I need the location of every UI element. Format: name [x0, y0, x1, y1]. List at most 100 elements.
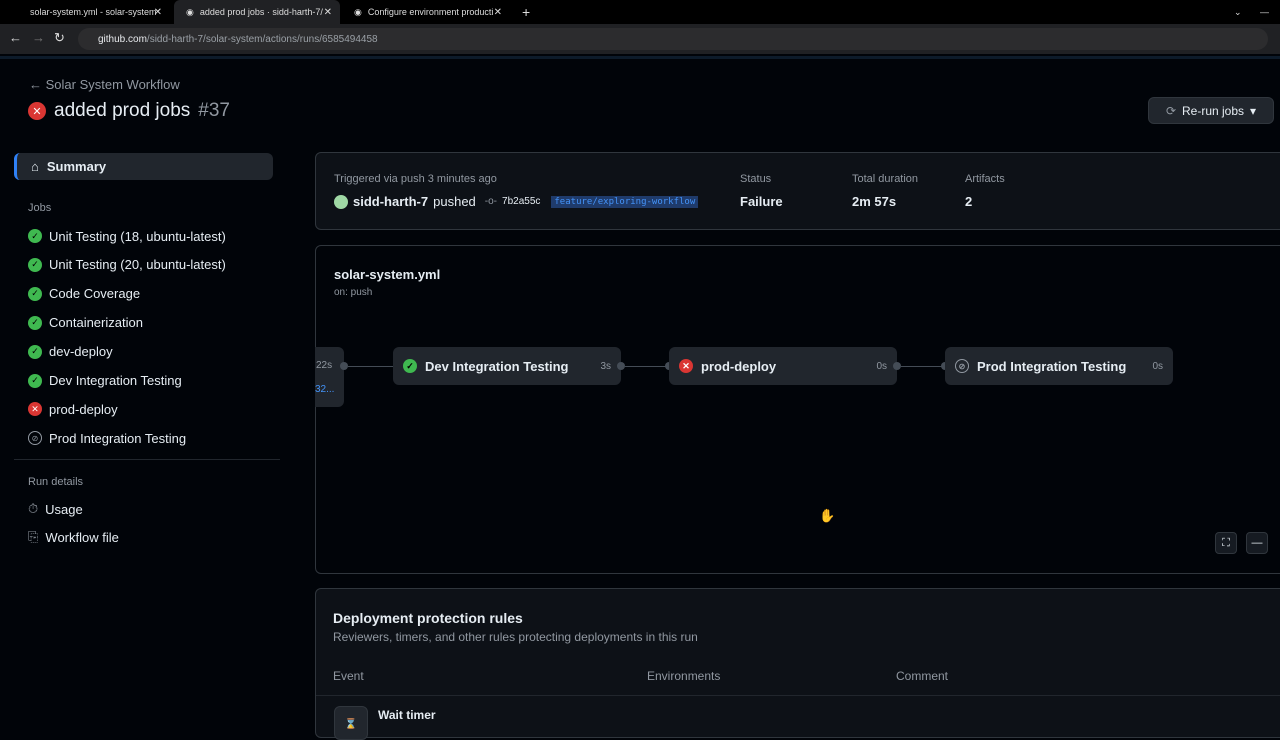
actor-link[interactable]: sidd-harth-7 — [353, 194, 428, 209]
avatar — [334, 194, 348, 209]
back-link[interactable]: ← Solar System Workflow — [29, 77, 180, 92]
summary-label: Summary — [46, 159, 107, 174]
connector-line — [348, 366, 394, 367]
sidebar-job-item[interactable]: ✓ Code Coverage — [28, 284, 140, 304]
job-label: Dev Integration Testing — [425, 358, 569, 374]
trigger-text: Triggered via push 3 minutes ago — [334, 173, 497, 185]
job-node-dev-integration-testing[interactable]: ✓ Dev Integration Testing 3s — [393, 347, 621, 385]
connector-dot — [617, 362, 625, 370]
success-icon: ✓ — [28, 257, 42, 272]
failure-icon: ✕ — [28, 102, 46, 120]
tab-label: Configure environment producti — [367, 7, 494, 17]
column-event: Event — [333, 669, 364, 683]
run-title: added prod jobs — [54, 100, 191, 121]
job-label: dev-deploy — [49, 344, 113, 360]
connector-line — [901, 366, 945, 367]
close-icon[interactable]: ✕ — [154, 7, 162, 18]
github-icon: ◉ — [186, 6, 194, 17]
workflow-file-label: Workflow file — [45, 529, 119, 545]
job-label: Unit Testing (20, ubuntu-latest) — [49, 257, 226, 273]
skipped-icon: ⊘ — [28, 431, 42, 446]
tab-added-prod-jobs[interactable]: ◉ added prod jobs · sidd-harth-7/✕ — [174, 0, 340, 24]
artifacts-label: Artifacts — [965, 173, 1005, 185]
hand-cursor-icon: ✋ — [819, 508, 836, 523]
sidebar-item-workflow-file[interactable]: ⎘ Workflow file — [28, 527, 119, 547]
divider — [14, 459, 280, 460]
home-icon: ⌂ — [31, 159, 39, 174]
zoom-out-button[interactable]: — — [1246, 532, 1268, 554]
success-icon: ✓ — [28, 229, 42, 243]
sync-icon: ⟳ — [1165, 103, 1176, 118]
forward-icon[interactable]: → — [32, 30, 45, 45]
stopwatch-icon: ⏱ — [28, 501, 39, 516]
jobs-heading: Jobs — [28, 202, 52, 214]
tab-bar: solar-system.yml - solar-system ✕ ◉ added … — [0, 0, 1280, 24]
column-environments: Environments — [647, 669, 721, 683]
artifacts-value: 2 — [965, 194, 973, 209]
sidebar-job-item[interactable]: ✕ prod-deploy — [28, 399, 118, 419]
job-label: Prod Integration Testing — [977, 358, 1127, 374]
workflow-file-name: solar-system.yml — [334, 267, 441, 282]
hourglass-icon: ⌛ — [334, 706, 368, 740]
job-node-prod-deploy[interactable]: ✕ prod-deploy 0s — [669, 347, 897, 385]
tab-configure-environment[interactable]: ◉ Configure environment producti ✕ — [342, 0, 510, 24]
tab-search-icon[interactable]: ⌄ — [1222, 0, 1242, 24]
back-label: Solar System Workflow — [45, 77, 180, 92]
workflow-trigger: on: push — [334, 287, 373, 298]
url-input[interactable]: github.com/sidd-harth-7/solar-system/act… — [78, 28, 1268, 50]
protection-title: Deployment protection rules — [333, 610, 523, 626]
sidebar-item-summary[interactable]: ⌂ Summary — [14, 153, 273, 180]
close-icon[interactable]: ✕ — [494, 7, 502, 18]
file-code-icon: ⎘ — [28, 529, 39, 544]
rerun-jobs-button[interactable]: ⟳ Re-run jobs ▾ — [1148, 97, 1274, 124]
failure-icon: ✕ — [679, 359, 693, 373]
connector-dot — [893, 362, 901, 370]
run-details-heading: Run details — [28, 476, 84, 488]
workflow-graph[interactable]: solar-system.yml on: push — [315, 245, 1280, 574]
tab-solar-system-yml[interactable]: solar-system.yml - solar-system ✕ — [18, 0, 170, 24]
skipped-icon: ⊘ — [955, 359, 969, 373]
tab-label: solar-system.yml - solar-system — [30, 7, 157, 17]
sidebar-job-item[interactable]: ✓ Unit Testing (18, ubuntu-latest) — [28, 226, 226, 246]
success-icon: ✓ — [28, 315, 42, 330]
job-label: Code Coverage — [49, 286, 141, 302]
back-icon[interactable]: ← — [9, 30, 22, 45]
status-label: Status — [740, 173, 772, 185]
run-summary-card: Triggered via push 3 minutes ago sidd-ha… — [315, 152, 1280, 230]
job-label: prod-deploy — [701, 358, 777, 374]
duration-label: Total duration — [852, 173, 919, 185]
sidebar-job-item[interactable]: ✓ Unit Testing (20, ubuntu-latest) — [28, 255, 226, 275]
reload-icon[interactable]: ↻ — [54, 30, 65, 46]
sidebar-job-item[interactable]: ⊘ Prod Integration Testing — [28, 428, 186, 448]
connector-dot — [340, 362, 348, 370]
job-node-partial[interactable]: 22s 32... — [315, 347, 344, 407]
minimize-button[interactable]: — — [1248, 0, 1269, 24]
rerun-label: Re-run jobs — [1182, 103, 1245, 118]
protection-subtitle: Reviewers, timers, and other rules prote… — [333, 630, 698, 644]
branch-label[interactable]: feature/exploring-workflow — [551, 195, 699, 208]
divider — [0, 56, 1280, 59]
column-comment: Comment — [896, 669, 949, 683]
job-label: prod-deploy — [49, 401, 118, 417]
status-value: Failure — [740, 194, 783, 209]
sidebar-job-item[interactable]: ✓ dev-deploy — [28, 342, 113, 362]
job-duration: 0s — [876, 360, 887, 372]
job-label: Unit Testing (18, ubuntu-latest) — [49, 228, 226, 244]
success-icon: ✓ — [403, 359, 417, 373]
job-label: Containerization — [49, 315, 143, 331]
github-icon: ◉ — [354, 6, 362, 17]
job-link[interactable]: 32... — [315, 384, 334, 395]
new-tab-button[interactable]: + — [510, 0, 530, 24]
fullscreen-button[interactable]: ⛶ — [1215, 532, 1237, 554]
caret-down-icon: ▾ — [1250, 103, 1257, 118]
sidebar-job-item[interactable]: ✓ Containerization — [28, 313, 143, 333]
sidebar-job-item[interactable]: ✓ Dev Integration Testing — [28, 371, 182, 391]
run-number: #37 — [198, 100, 230, 121]
success-icon: ✓ — [28, 373, 42, 388]
deployment-protection-card: Deployment protection rules Reviewers, t… — [315, 588, 1280, 740]
job-node-prod-integration-testing[interactable]: ⊘ Prod Integration Testing 0s — [945, 347, 1173, 385]
close-icon[interactable]: ✕ — [324, 7, 332, 18]
job-label: Dev Integration Testing — [49, 373, 182, 388]
sidebar-item-usage[interactable]: ⏱ Usage — [28, 499, 83, 519]
commit-link[interactable]: 7b2a55c — [502, 196, 540, 207]
